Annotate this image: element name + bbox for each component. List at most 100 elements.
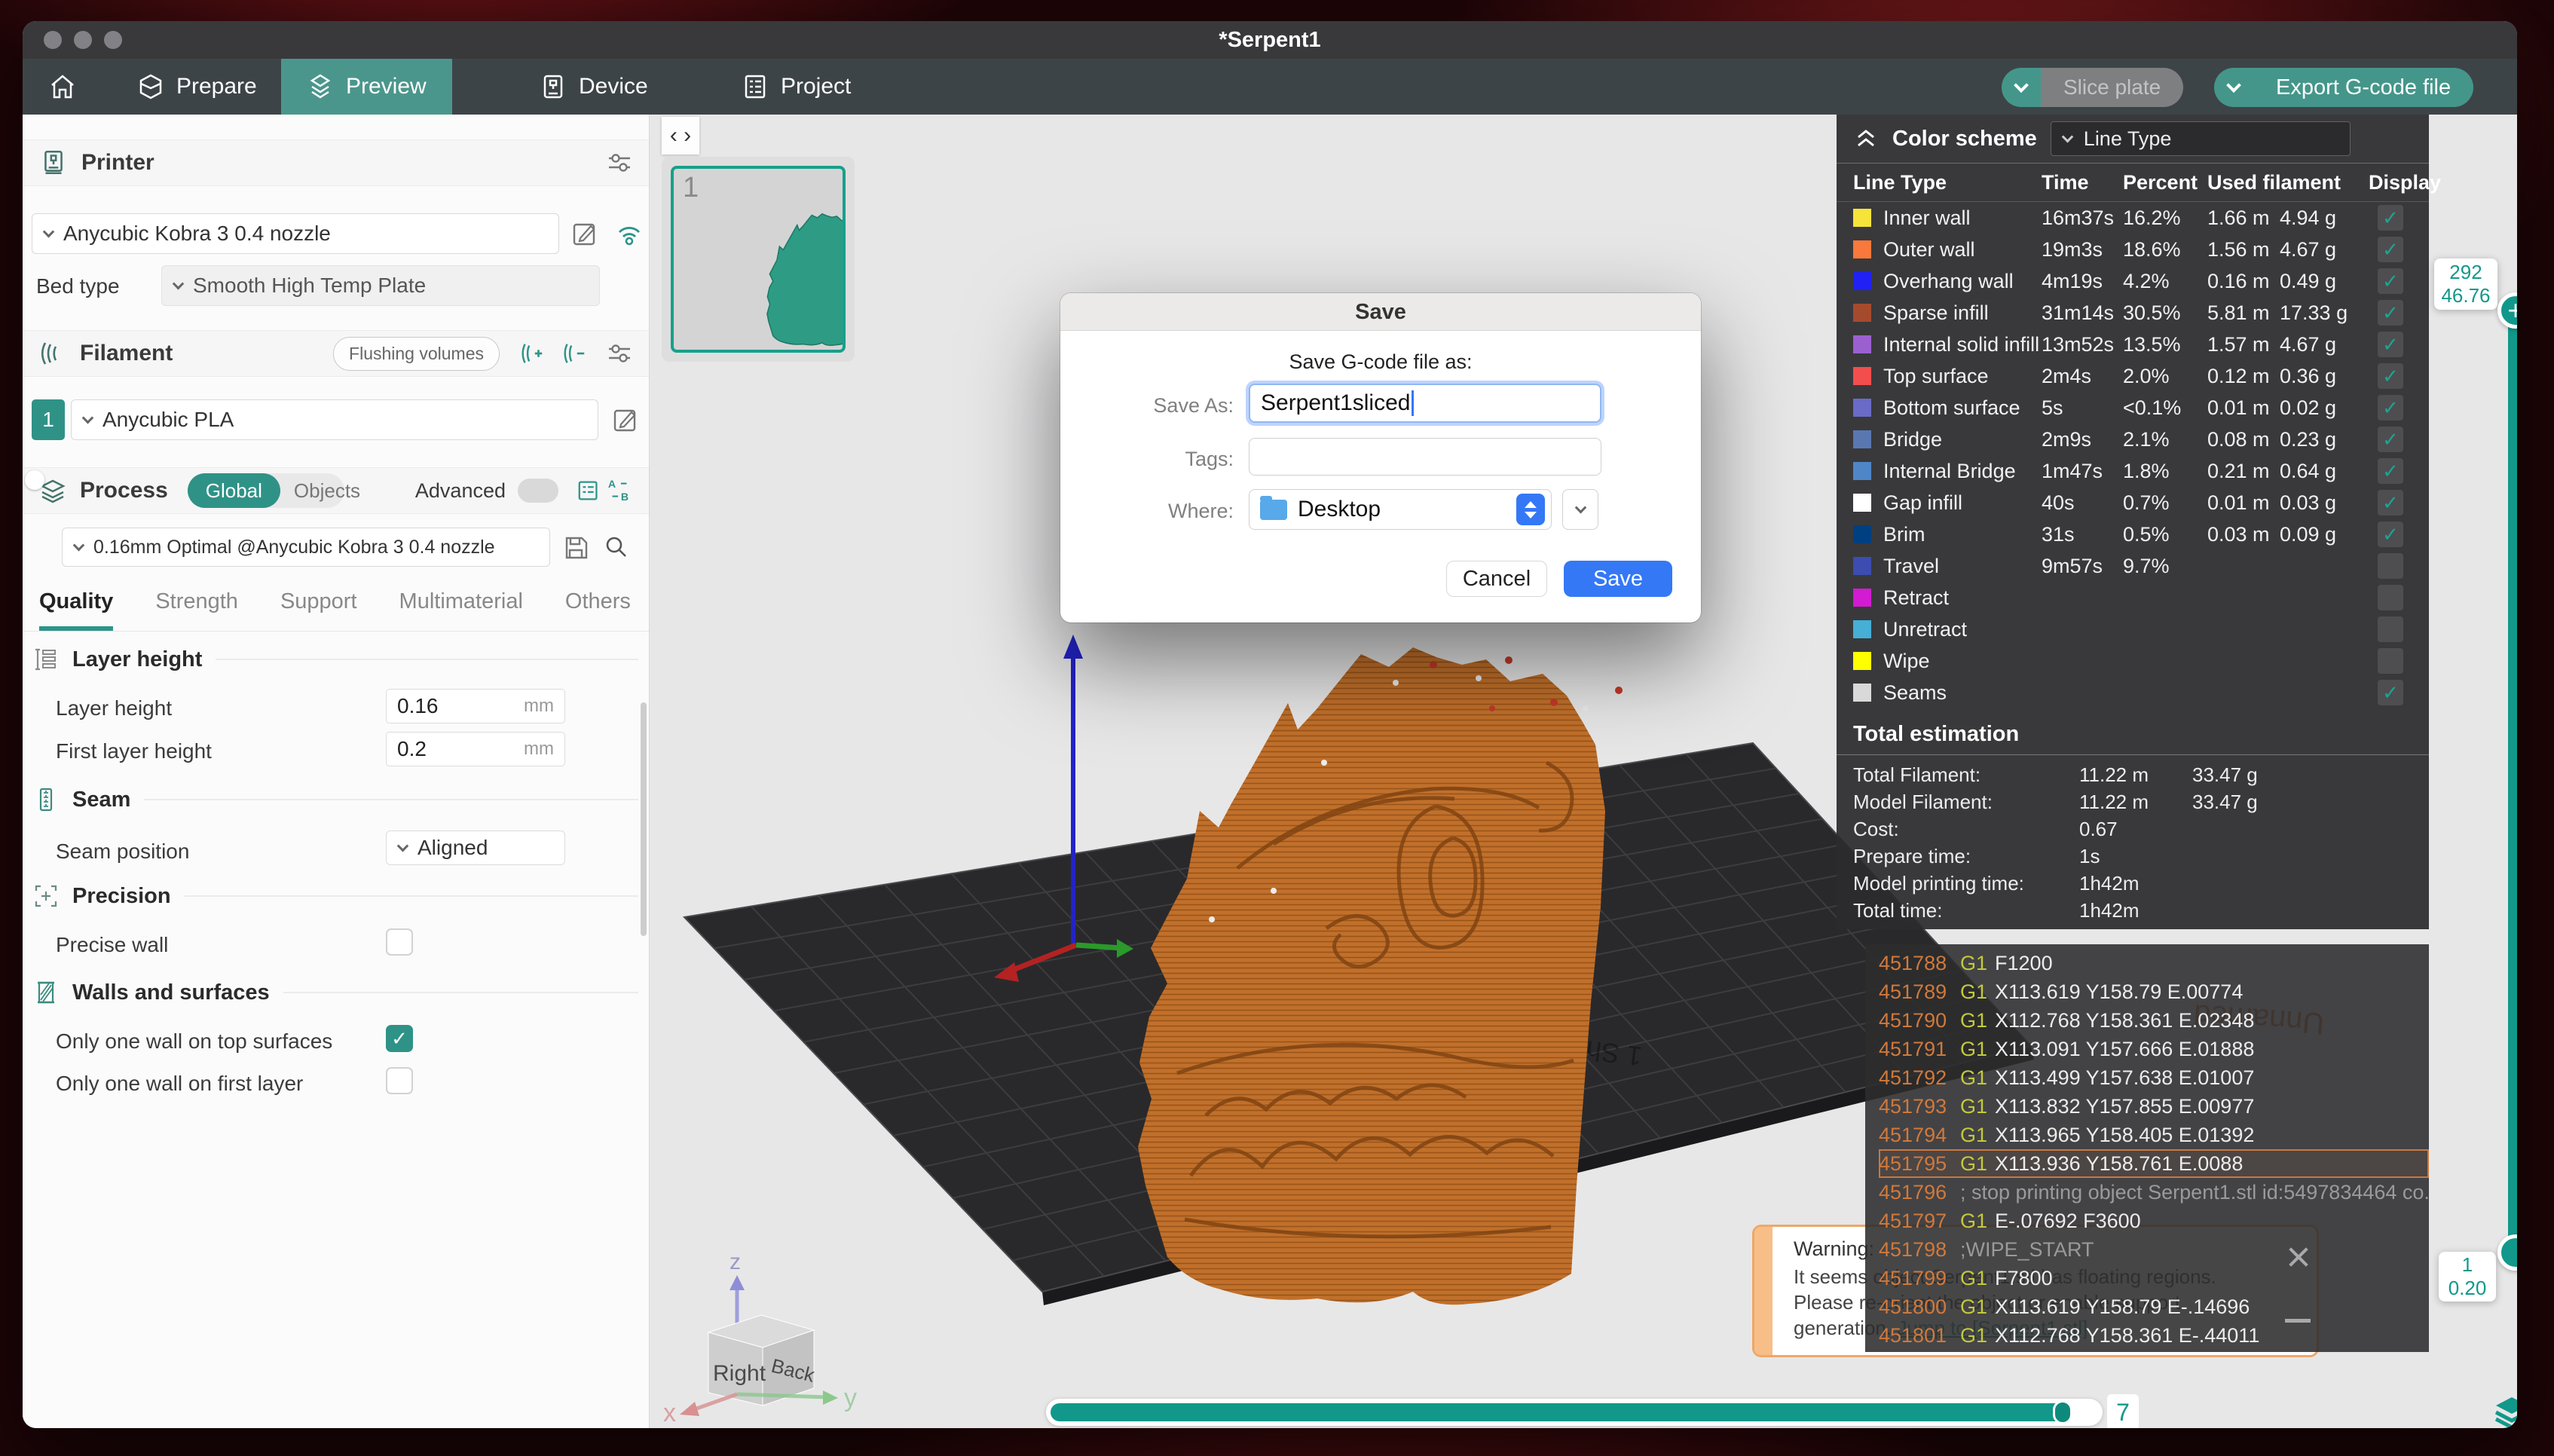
remove-filament-icon[interactable] xyxy=(561,341,587,366)
filename-input[interactable]: Serpent1sliced xyxy=(1249,384,1601,423)
wifi-icon[interactable] xyxy=(615,220,644,249)
display-checkbox[interactable]: ✓ xyxy=(2378,237,2403,262)
display-checkbox[interactable]: ✓ xyxy=(2378,395,2403,421)
main-toolbar: Prepare Preview Device Project Slice pla… xyxy=(23,59,2517,115)
save-preset-icon[interactable] xyxy=(562,534,589,561)
layer-slider-bottom-tooltip: 1 0.20 xyxy=(2439,1252,2496,1302)
flushing-volumes-button[interactable]: Flushing volumes xyxy=(333,337,500,371)
build-plate[interactable] xyxy=(684,743,2031,1292)
tab-others[interactable]: Others xyxy=(565,589,631,631)
tab-prepare[interactable]: Prepare xyxy=(112,59,283,115)
collapse-plate-list-button[interactable]: ‹ › xyxy=(662,117,699,154)
display-checkbox[interactable] xyxy=(2378,616,2403,642)
sliced-model[interactable] xyxy=(1138,647,1623,1305)
display-checkbox[interactable]: ✓ xyxy=(2378,205,2403,231)
color-scheme-select[interactable]: Line Type xyxy=(2051,121,2351,156)
process-global-tab[interactable]: Global xyxy=(188,473,280,508)
display-checkbox[interactable] xyxy=(2378,585,2403,610)
line-type-color-swatch xyxy=(1853,367,1871,385)
export-gcode-button[interactable]: Export G-code file xyxy=(2253,68,2473,107)
gcode-line: 451801G1X112.768 Y158.361 E-.44011 xyxy=(1879,1321,2429,1350)
display-checkbox[interactable]: ✓ xyxy=(2378,300,2403,326)
plate-list: 1 xyxy=(662,157,855,362)
filament-settings-icon[interactable] xyxy=(607,341,632,366)
total-row: Cost:0.67 xyxy=(1837,815,2429,843)
where-select[interactable]: Desktop xyxy=(1249,489,1552,530)
line-type-color-swatch xyxy=(1853,684,1871,702)
layer-height-input[interactable]: 0.16 mm xyxy=(386,689,565,723)
export-gcode-split-button: Export G-code file xyxy=(2214,68,2473,107)
printer-settings-icon[interactable] xyxy=(607,150,632,176)
expand-dialog-button[interactable] xyxy=(1562,489,1598,530)
line-type-row: Inner wall16m37s16.2%1.66 m4.94 g✓ xyxy=(1837,202,2429,234)
tab-quality[interactable]: Quality xyxy=(39,589,113,631)
search-preset-icon[interactable] xyxy=(603,534,630,561)
layer-slider-track[interactable] xyxy=(2508,310,2517,1253)
tab-multimaterial[interactable]: Multimaterial xyxy=(399,589,523,631)
layer-slider-bottom-handle[interactable] xyxy=(2497,1234,2517,1271)
advanced-label: Advanced xyxy=(415,479,506,503)
move-slider-handle[interactable] xyxy=(2053,1400,2072,1424)
line-type-color-swatch xyxy=(1853,620,1871,638)
slice-plate-dropdown-arrow[interactable] xyxy=(2002,68,2041,107)
total-row: Model printing time:1h42m xyxy=(1837,870,2429,897)
tab-support[interactable]: Support xyxy=(280,589,357,631)
seam-position-select[interactable]: Aligned xyxy=(386,830,565,865)
display-checkbox[interactable] xyxy=(2378,648,2403,674)
display-checkbox[interactable]: ✓ xyxy=(2378,680,2403,705)
plate-thumbnail[interactable]: 1 xyxy=(671,166,846,353)
chevron-down-icon xyxy=(1574,501,1586,513)
move-slider-track[interactable] xyxy=(1046,1399,2103,1426)
collapse-panel-icon[interactable] xyxy=(1853,126,1879,151)
display-checkbox[interactable] xyxy=(2378,553,2403,579)
tags-input[interactable] xyxy=(1249,438,1601,476)
tab-device[interactable]: Device xyxy=(514,59,674,115)
layer-slider-top-handle[interactable]: + xyxy=(2497,292,2517,329)
process-preset-select[interactable]: 0.16mm Optimal @Anycubic Kobra 3 0.4 noz… xyxy=(62,528,550,567)
tab-strength[interactable]: Strength xyxy=(155,589,238,631)
line-type-row: Travel9m57s9.7% xyxy=(1837,550,2429,582)
one-wall-first-layer-checkbox[interactable] xyxy=(386,1067,413,1094)
add-filament-icon[interactable] xyxy=(519,341,545,366)
one-wall-top-checkbox[interactable]: ✓ xyxy=(386,1025,413,1052)
filament-select[interactable]: Anycubic PLA xyxy=(71,399,598,440)
line-type-row: Internal Bridge1m47s1.8%0.21 m0.64 g✓ xyxy=(1837,455,2429,487)
edit-filament-icon[interactable] xyxy=(612,406,639,433)
display-checkbox[interactable]: ✓ xyxy=(2378,332,2403,357)
display-checkbox[interactable]: ✓ xyxy=(2378,268,2403,294)
slice-plate-button[interactable]: Slice plate xyxy=(2041,68,2183,107)
printer-select[interactable]: Anycubic Kobra 3 0.4 nozzle xyxy=(32,213,559,254)
display-checkbox[interactable]: ✓ xyxy=(2378,363,2403,389)
orientation-cube[interactable]: Right Back z y x xyxy=(663,1250,857,1427)
tab-project[interactable]: Project xyxy=(716,59,876,115)
sidebar-scrollbar[interactable] xyxy=(641,702,647,936)
compare-ab-icon[interactable]: AB xyxy=(607,478,632,503)
display-checkbox[interactable]: ✓ xyxy=(2378,427,2403,452)
cancel-button[interactable]: Cancel xyxy=(1446,561,1547,597)
cube-z-label: z xyxy=(729,1250,741,1274)
bed-type-select[interactable]: Smooth High Temp Plate xyxy=(161,265,600,306)
preset-list-icon[interactable] xyxy=(577,478,602,503)
advanced-toggle[interactable] xyxy=(518,479,558,503)
warning-minimize-icon[interactable] xyxy=(2285,1319,2311,1323)
display-checkbox[interactable]: ✓ xyxy=(2378,490,2403,515)
display-checkbox[interactable]: ✓ xyxy=(2378,458,2403,484)
layer-height-group-header: Layer height xyxy=(33,647,638,672)
gcode-line: 451797G1E-.07692 F3600 xyxy=(1879,1207,2429,1235)
precise-wall-checkbox[interactable] xyxy=(386,928,413,956)
home-button[interactable] xyxy=(42,68,83,106)
process-objects-tab[interactable]: Objects xyxy=(280,479,374,503)
tab-preview[interactable]: Preview xyxy=(281,59,452,115)
gcode-viewer[interactable]: 451788G1F1200451789G1X113.619 Y158.79 E.… xyxy=(1865,944,2429,1352)
walls-group-header: Walls and surfaces xyxy=(33,980,638,1005)
first-layer-height-input[interactable]: 0.2 mm xyxy=(386,732,565,766)
display-checkbox[interactable]: ✓ xyxy=(2378,522,2403,547)
warning-close-icon[interactable] xyxy=(2283,1242,2314,1272)
plate-number: 1 xyxy=(683,172,699,204)
export-dropdown-arrow[interactable] xyxy=(2214,68,2253,107)
edit-printer-icon[interactable] xyxy=(571,220,598,247)
save-button[interactable]: Save xyxy=(1564,561,1672,597)
line-type-color-swatch xyxy=(1853,462,1871,480)
layers-view-icon[interactable] xyxy=(2494,1396,2517,1428)
line-type-color-swatch xyxy=(1853,557,1871,575)
